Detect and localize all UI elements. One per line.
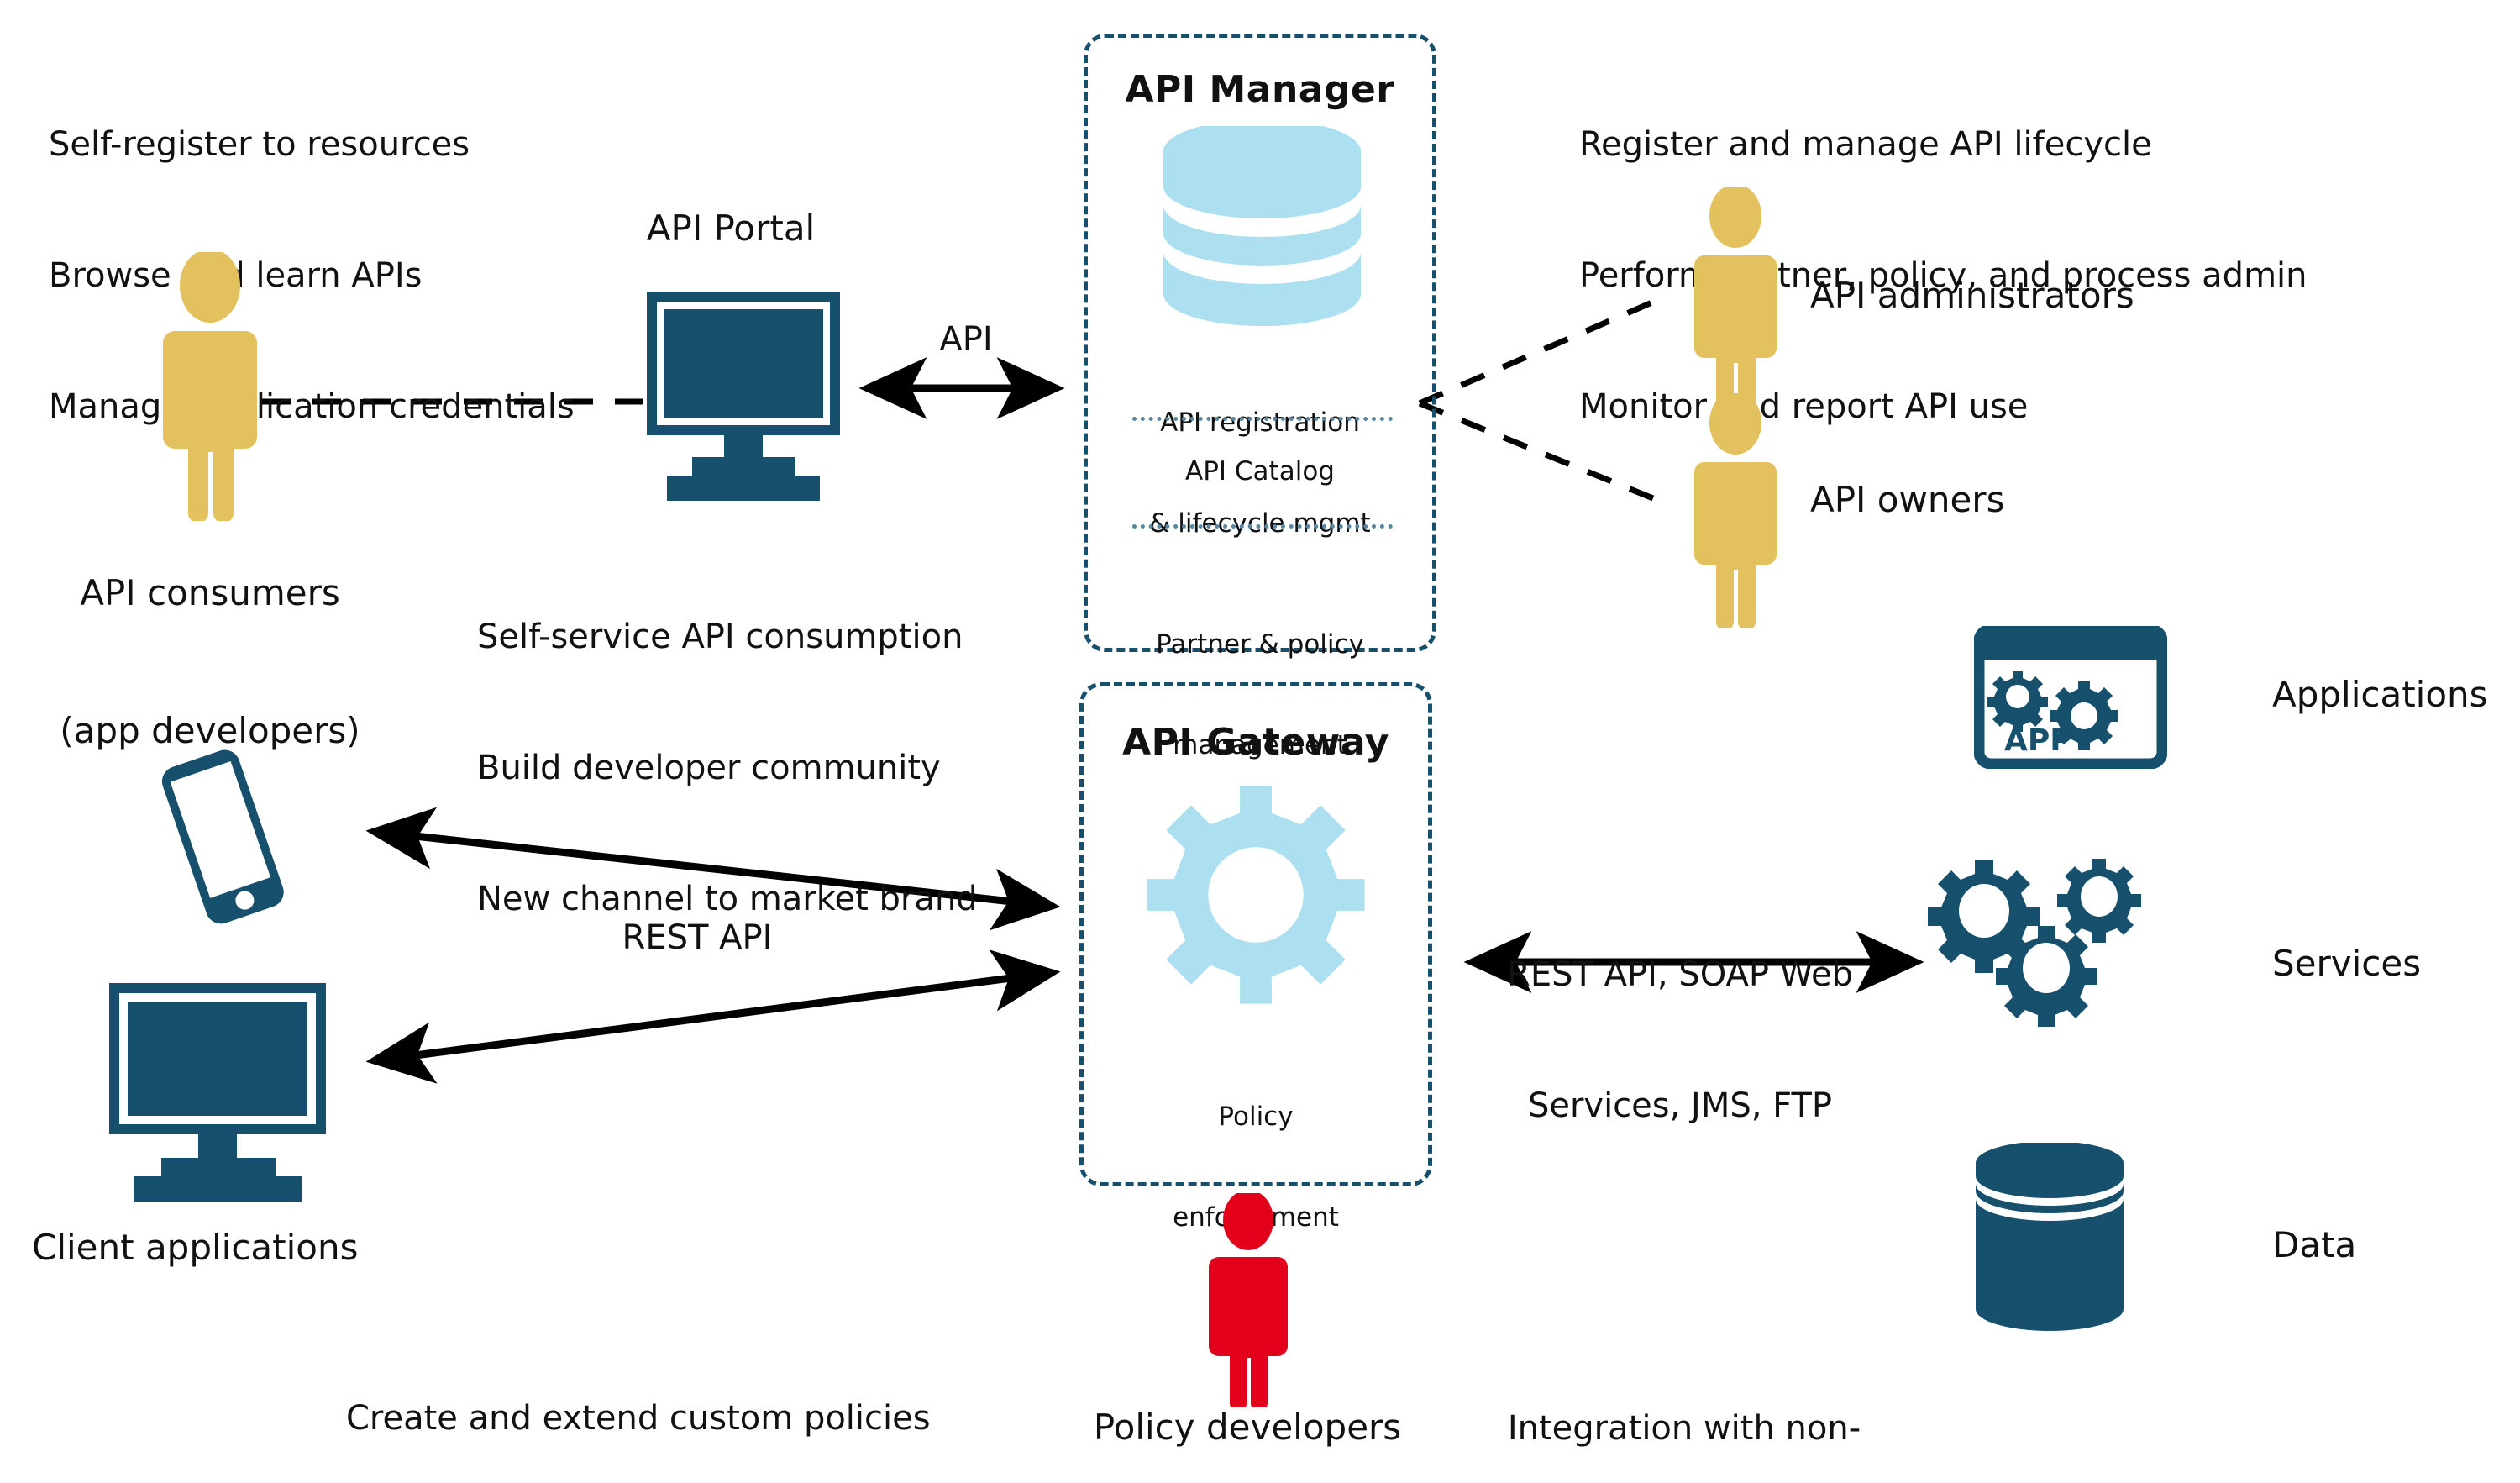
api-manager-item-catalog: API Catalog [1185, 456, 1335, 486]
client-desktop-icon [109, 983, 336, 1202]
database-icon [1163, 126, 1361, 328]
client-applications-label: Client applications [32, 1227, 359, 1268]
api-owners-label: API owners [1810, 479, 2005, 520]
applications-icon-text: APP [2004, 723, 2072, 758]
portal-note-line-1: Self-service API consumption [477, 618, 963, 656]
api-gateway-caption-line-1: Policy [1218, 1101, 1294, 1132]
data-cylinder-icon [1974, 1143, 2125, 1336]
mobile-phone-icon [143, 748, 302, 924]
api-portal-desktop-icon [647, 292, 857, 501]
integration-note-line-1: Integration with non- [1507, 1409, 1861, 1448]
connector-label-gateway-services-line-2: Services, JMS, FTP [1527, 1086, 1833, 1125]
policy-note-line-1: Create and extend custom policies [346, 1399, 931, 1438]
applications-label: Applications [2272, 674, 2488, 715]
consumer-note-line-3: Manage application credentials [49, 387, 575, 426]
api-consumers-label-line-1: API consumers [80, 572, 340, 614]
api-administrators-label: API administrators [1810, 275, 2134, 316]
consumer-note-line-1: Self-register to resources [49, 125, 470, 164]
diagram-canvas: Self-register to resources Browse and le… [0, 0, 2520, 1483]
api-administrator-person-icon [1684, 187, 1787, 422]
api-gateway-title: API Gateway [1122, 721, 1389, 764]
connector-label-gateway-services: REST API, SOAP Web Services, JMS, FTP [1466, 865, 1894, 1215]
api-manager-separator-2 [1132, 524, 1393, 529]
integration-notes: Integration with non- REST API services [1487, 1319, 1882, 1483]
api-manager-item-registration-line-1: API registration [1160, 407, 1360, 438]
connector-label-rest-api: REST API [622, 918, 773, 957]
admin-note-line-1: Register and manage API lifecycle [1579, 125, 2152, 164]
policy-developer-person-icon [1197, 1193, 1299, 1407]
portal-note-line-3: New channel to market brand [477, 880, 978, 918]
gear-icon [1142, 781, 1369, 1008]
api-portal-title: API Portal [646, 208, 816, 249]
connector-label-api: API [939, 320, 993, 359]
api-manager-separator-1 [1132, 417, 1393, 421]
consumer-note-line-2: Browse and learn APIs [49, 256, 423, 295]
applications-icon: APP [1974, 626, 2167, 769]
connector-label-gateway-services-line-1: REST API, SOAP Web [1507, 955, 1853, 994]
portal-note-line-2: Build developer community [477, 749, 941, 787]
policy-notes: Create and extend custom policies Integr… [346, 1309, 1110, 1483]
api-owner-person-icon [1684, 393, 1787, 628]
policy-developers-label: Policy developers [1093, 1407, 1402, 1448]
api-manager-item-partner-policy-line-1: Partner & policy [1156, 628, 1364, 660]
services-gears-icon [1911, 857, 2188, 1092]
data-label: Data [2272, 1224, 2357, 1265]
api-manager-title: API Manager [1125, 68, 1395, 111]
consumer-notes: Self-register to resources Browse and le… [49, 35, 575, 516]
services-label: Services [2272, 943, 2422, 984]
